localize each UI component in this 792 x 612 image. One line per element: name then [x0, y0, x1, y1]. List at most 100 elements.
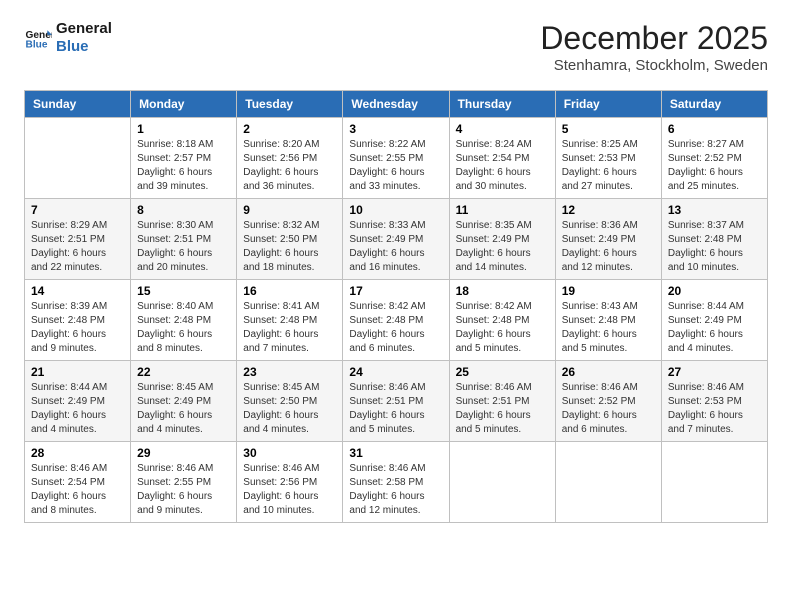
calendar-cell: 30 Sunrise: 8:46 AMSunset: 2:56 PMDayligh…	[237, 442, 343, 523]
day-info: Sunrise: 8:45 AMSunset: 2:50 PMDaylight:…	[243, 381, 336, 437]
calendar-cell: 25 Sunrise: 8:46 AMSunset: 2:51 PMDayligh…	[449, 361, 555, 442]
calendar-cell: 12 Sunrise: 8:36 AMSunset: 2:49 PMDayligh…	[555, 199, 661, 280]
location-title: Stenhamra, Stockholm, Sweden	[540, 57, 768, 74]
calendar-cell	[449, 442, 555, 523]
day-info: Sunrise: 8:46 AMSunset: 2:51 PMDaylight:…	[456, 381, 549, 437]
day-info: Sunrise: 8:35 AMSunset: 2:49 PMDaylight:…	[456, 219, 549, 275]
day-number: 15	[137, 284, 230, 298]
title-block: December 2025 Stenhamra, Stockholm, Swed…	[540, 20, 768, 74]
day-info: Sunrise: 8:44 AMSunset: 2:49 PMDaylight:…	[668, 300, 761, 356]
day-info: Sunrise: 8:25 AMSunset: 2:53 PMDaylight:…	[562, 138, 655, 194]
calendar-cell: 28 Sunrise: 8:46 AMSunset: 2:54 PMDayligh…	[25, 442, 131, 523]
month-title: December 2025	[540, 20, 768, 57]
day-number: 24	[349, 365, 442, 379]
calendar-cell: 8 Sunrise: 8:30 AMSunset: 2:51 PMDaylight…	[131, 199, 237, 280]
day-number: 28	[31, 446, 124, 460]
day-info: Sunrise: 8:44 AMSunset: 2:49 PMDaylight:…	[31, 381, 124, 437]
day-number: 22	[137, 365, 230, 379]
day-number: 18	[456, 284, 549, 298]
calendar-cell: 1Sunrise: 8:18 AMSunset: 2:57 PMDaylight…	[131, 118, 237, 199]
calendar-cell: 26 Sunrise: 8:46 AMSunset: 2:52 PMDayligh…	[555, 361, 661, 442]
day-number: 20	[668, 284, 761, 298]
week-row-1: 7 Sunrise: 8:29 AMSunset: 2:51 PMDaylight…	[25, 199, 768, 280]
day-info: Sunrise: 8:37 AMSunset: 2:48 PMDaylight:…	[668, 219, 761, 275]
calendar-cell	[661, 442, 767, 523]
day-info: Sunrise: 8:29 AMSunset: 2:51 PMDaylight:…	[31, 219, 124, 275]
weekday-header-saturday: Saturday	[661, 91, 767, 118]
day-info: Sunrise: 8:42 AMSunset: 2:48 PMDaylight:…	[456, 300, 549, 356]
day-info: Sunrise: 8:36 AMSunset: 2:49 PMDaylight:…	[562, 219, 655, 275]
day-info: Sunrise: 8:33 AMSunset: 2:49 PMDaylight:…	[349, 219, 442, 275]
weekday-header-row: SundayMondayTuesdayWednesdayThursdayFrid…	[25, 91, 768, 118]
day-info: Sunrise: 8:45 AMSunset: 2:49 PMDaylight:…	[137, 381, 230, 437]
day-number: 14	[31, 284, 124, 298]
calendar-cell: 17 Sunrise: 8:42 AMSunset: 2:48 PMDayligh…	[343, 280, 449, 361]
day-info: Sunrise: 8:30 AMSunset: 2:51 PMDaylight:…	[137, 219, 230, 275]
logo-text-line1: General	[56, 20, 112, 38]
day-info: Sunrise: 8:43 AMSunset: 2:48 PMDaylight:…	[562, 300, 655, 356]
day-number: 12	[562, 203, 655, 217]
weekday-header-monday: Monday	[131, 91, 237, 118]
calendar-cell: 31Sunrise: 8:46 AMSunset: 2:58 PMDayligh…	[343, 442, 449, 523]
day-number: 26	[562, 365, 655, 379]
week-row-3: 21 Sunrise: 8:44 AMSunset: 2:49 PMDayligh…	[25, 361, 768, 442]
calendar-cell: 23 Sunrise: 8:45 AMSunset: 2:50 PMDayligh…	[237, 361, 343, 442]
day-number: 11	[456, 203, 549, 217]
day-number: 30	[243, 446, 336, 460]
weekday-header-sunday: Sunday	[25, 91, 131, 118]
calendar-cell: 21 Sunrise: 8:44 AMSunset: 2:49 PMDayligh…	[25, 361, 131, 442]
calendar-cell: 4 Sunrise: 8:24 AMSunset: 2:54 PMDaylight…	[449, 118, 555, 199]
calendar-cell: 14Sunrise: 8:39 AMSunset: 2:48 PMDayligh…	[25, 280, 131, 361]
day-info: Sunrise: 8:46 AMSunset: 2:56 PMDaylight:…	[243, 462, 336, 518]
calendar-cell: 27 Sunrise: 8:46 AMSunset: 2:53 PMDayligh…	[661, 361, 767, 442]
calendar-cell: 10 Sunrise: 8:33 AMSunset: 2:49 PMDayligh…	[343, 199, 449, 280]
day-number: 21	[31, 365, 124, 379]
day-info: Sunrise: 8:46 AMSunset: 2:53 PMDaylight:…	[668, 381, 761, 437]
week-row-0: 1Sunrise: 8:18 AMSunset: 2:57 PMDaylight…	[25, 118, 768, 199]
day-info: Sunrise: 8:42 AMSunset: 2:48 PMDaylight:…	[349, 300, 442, 356]
day-info: Sunrise: 8:46 AMSunset: 2:55 PMDaylight:…	[137, 462, 230, 518]
calendar-cell: 18 Sunrise: 8:42 AMSunset: 2:48 PMDayligh…	[449, 280, 555, 361]
calendar-cell: 7 Sunrise: 8:29 AMSunset: 2:51 PMDaylight…	[25, 199, 131, 280]
day-info: Sunrise: 8:27 AMSunset: 2:52 PMDaylight:…	[668, 138, 761, 194]
day-info: Sunrise: 8:46 AMSunset: 2:52 PMDaylight:…	[562, 381, 655, 437]
day-info: Sunrise: 8:46 AMSunset: 2:54 PMDaylight:…	[31, 462, 124, 518]
logo: General Blue General Blue	[24, 20, 112, 56]
day-number: 23	[243, 365, 336, 379]
weekday-header-friday: Friday	[555, 91, 661, 118]
logo-icon: General Blue	[24, 24, 52, 52]
calendar-cell: 13 Sunrise: 8:37 AMSunset: 2:48 PMDayligh…	[661, 199, 767, 280]
day-number: 7	[31, 203, 124, 217]
day-number: 27	[668, 365, 761, 379]
day-info: Sunrise: 8:41 AMSunset: 2:48 PMDaylight:…	[243, 300, 336, 356]
day-number: 16	[243, 284, 336, 298]
day-number: 8	[137, 203, 230, 217]
day-info: Sunrise: 8:24 AMSunset: 2:54 PMDaylight:…	[456, 138, 549, 194]
day-number: 25	[456, 365, 549, 379]
calendar-cell: 19 Sunrise: 8:43 AMSunset: 2:48 PMDayligh…	[555, 280, 661, 361]
calendar-cell: 5Sunrise: 8:25 AMSunset: 2:53 PMDaylight…	[555, 118, 661, 199]
calendar-cell: 11 Sunrise: 8:35 AMSunset: 2:49 PMDayligh…	[449, 199, 555, 280]
day-number: 13	[668, 203, 761, 217]
calendar-cell: 6Sunrise: 8:27 AMSunset: 2:52 PMDaylight…	[661, 118, 767, 199]
weekday-header-tuesday: Tuesday	[237, 91, 343, 118]
day-number: 2	[243, 122, 336, 136]
calendar-table: SundayMondayTuesdayWednesdayThursdayFrid…	[24, 90, 768, 523]
calendar-cell: 2Sunrise: 8:20 AMSunset: 2:56 PMDaylight…	[237, 118, 343, 199]
calendar-cell: 29 Sunrise: 8:46 AMSunset: 2:55 PMDayligh…	[131, 442, 237, 523]
day-number: 3	[349, 122, 442, 136]
page-header: General Blue General Blue December 2025 …	[24, 20, 768, 74]
day-info: Sunrise: 8:22 AMSunset: 2:55 PMDaylight:…	[349, 138, 442, 194]
calendar-cell: 15Sunrise: 8:40 AMSunset: 2:48 PMDayligh…	[131, 280, 237, 361]
day-info: Sunrise: 8:46 AMSunset: 2:58 PMDaylight:…	[349, 462, 442, 518]
calendar-cell: 20 Sunrise: 8:44 AMSunset: 2:49 PMDayligh…	[661, 280, 767, 361]
day-number: 17	[349, 284, 442, 298]
day-info: Sunrise: 8:46 AMSunset: 2:51 PMDaylight:…	[349, 381, 442, 437]
calendar-cell: 24 Sunrise: 8:46 AMSunset: 2:51 PMDayligh…	[343, 361, 449, 442]
day-number: 19	[562, 284, 655, 298]
day-number: 4	[456, 122, 549, 136]
week-row-2: 14Sunrise: 8:39 AMSunset: 2:48 PMDayligh…	[25, 280, 768, 361]
day-number: 1	[137, 122, 230, 136]
day-number: 10	[349, 203, 442, 217]
day-number: 29	[137, 446, 230, 460]
